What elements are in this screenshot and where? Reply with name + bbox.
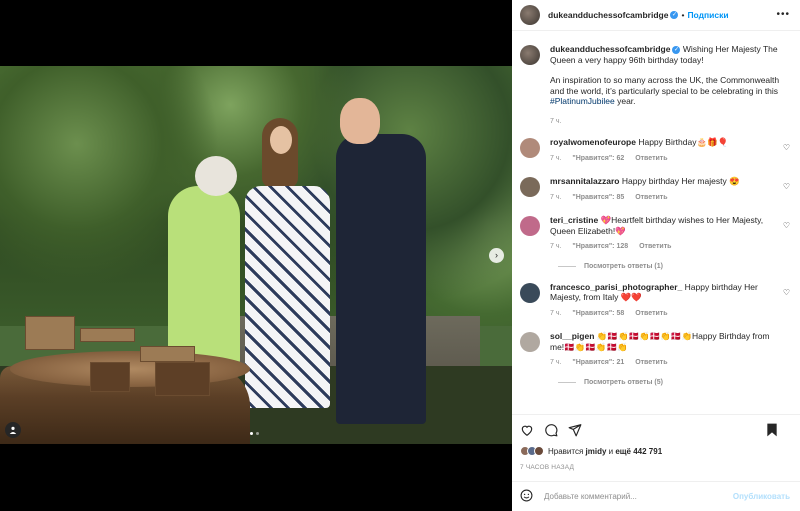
- comment-text: Happy Birthday🎂🎁🎈: [638, 137, 729, 147]
- heart-icon[interactable]: ♡: [783, 182, 790, 191]
- comment-likes[interactable]: "Нравится": 85: [572, 194, 624, 201]
- comment-text: Happy birthday Her majesty 😍: [621, 176, 740, 186]
- comments-list[interactable]: dukeandduchessofcambridge ✓ Wishing Her M…: [512, 36, 800, 414]
- user-tag-icon[interactable]: [5, 422, 21, 438]
- likes-prefix: Нравится: [548, 446, 586, 456]
- person-queen-body: [168, 186, 240, 366]
- commenter-avatar[interactable]: [520, 216, 540, 236]
- commenter-username[interactable]: francesco_parisi_photographer_: [550, 282, 682, 292]
- comment-likes[interactable]: "Нравится": 21: [572, 359, 624, 366]
- action-bar: [512, 414, 800, 445]
- comment-time[interactable]: 7 ч.: [550, 243, 561, 250]
- comment-time[interactable]: 7 ч.: [550, 155, 561, 162]
- reply-button[interactable]: Ответить: [635, 194, 667, 201]
- comment-time[interactable]: 7 ч.: [550, 310, 561, 317]
- commenter-avatar[interactable]: [520, 282, 540, 303]
- view-replies-button[interactable]: Посмотреть ответы (5): [558, 379, 792, 386]
- person-william-suit: [336, 134, 426, 424]
- add-comment-bar: Опубликовать: [512, 481, 800, 511]
- chevron-right-icon[interactable]: ›: [489, 248, 504, 263]
- separator-dot: •: [681, 10, 685, 20]
- commenter-username[interactable]: royalwomenofeurope: [550, 137, 636, 147]
- wooden-model: [80, 328, 135, 342]
- comment-item: sol__pigen 👏🇩🇰👏🇩🇰👏🇩🇰👏🇩🇰👏Happy Birthday f…: [520, 331, 792, 369]
- post-comment-button[interactable]: Опубликовать: [733, 492, 790, 501]
- caption-text: year.: [614, 96, 636, 106]
- reply-button[interactable]: Ответить: [639, 243, 671, 250]
- hashtag-link[interactable]: #PlatinumJubilee: [550, 96, 615, 106]
- comment-input[interactable]: [544, 492, 722, 501]
- heart-icon[interactable]: ♡: [783, 288, 790, 297]
- heart-icon[interactable]: [520, 423, 534, 437]
- comment-item: royalwomenofeurope Happy Birthday🎂🎁🎈 7 ч…: [520, 137, 792, 164]
- view-replies-button[interactable]: Посмотреть ответы (1): [558, 263, 792, 270]
- reply-button[interactable]: Ответить: [635, 155, 667, 162]
- likes-count[interactable]: ещё 442 791: [615, 447, 662, 456]
- caption-username[interactable]: dukeandduchessofcambridge: [550, 44, 670, 54]
- author-username[interactable]: dukeandduchessofcambridge: [548, 10, 668, 20]
- bookmark-icon[interactable]: [766, 423, 780, 437]
- commenter-username[interactable]: sol__pigen: [550, 331, 594, 341]
- post-header: dukeandduchessofcambridge ✓ • Подписки •…: [512, 0, 800, 31]
- person-william-head: [340, 98, 380, 144]
- comment-time[interactable]: 7 ч.: [550, 194, 561, 201]
- share-icon[interactable]: [568, 423, 582, 437]
- reply-button[interactable]: Ответить: [635, 310, 667, 317]
- stump-table-top: [10, 351, 250, 387]
- post-photo[interactable]: [0, 66, 512, 444]
- comment-item: mrsannitalazzaro Happy birthday Her maje…: [520, 176, 792, 203]
- likes-summary[interactable]: Нравится jmidy и ещё 442 791: [520, 446, 662, 456]
- comment-time[interactable]: 7 ч.: [550, 359, 561, 366]
- carousel-dot-active: [250, 432, 253, 435]
- wooden-model: [25, 316, 75, 350]
- carousel-dot: [256, 432, 259, 435]
- verified-badge-icon: ✓: [672, 45, 681, 54]
- heart-icon[interactable]: ♡: [783, 143, 790, 152]
- comment-likes[interactable]: "Нравится": 58: [572, 310, 624, 317]
- post-timestamp[interactable]: 7 ЧАСОВ НАЗАД: [520, 464, 574, 471]
- more-horizontal-icon[interactable]: •••: [776, 9, 790, 20]
- liker-username[interactable]: jmidy: [586, 447, 607, 456]
- comment-likes[interactable]: "Нравится": 128: [572, 243, 628, 250]
- commenter-username[interactable]: teri_cristine: [550, 215, 598, 225]
- verified-badge-icon: ✓: [670, 11, 679, 19]
- commenter-avatar[interactable]: [520, 138, 540, 158]
- commenter-avatar[interactable]: [520, 332, 540, 352]
- comment-icon[interactable]: [544, 423, 558, 437]
- wooden-model: [155, 362, 210, 396]
- commenter-username[interactable]: mrsannitalazzaro: [550, 176, 619, 186]
- post-caption: dukeandduchessofcambridge ✓ Wishing Her M…: [520, 44, 792, 127]
- person-queen-head: [195, 156, 237, 196]
- reply-button[interactable]: Ответить: [635, 359, 667, 366]
- person-kate-dress: [245, 186, 330, 408]
- comment-item: teri_cristine 💖Heartfelt birthday wishes…: [520, 215, 792, 253]
- wooden-model: [90, 362, 130, 392]
- comment-item: francesco_parisi_photographer_ Happy bir…: [520, 282, 792, 320]
- following-button[interactable]: Подписки: [687, 10, 728, 20]
- liker-avatar: [534, 446, 544, 456]
- emoji-icon[interactable]: [520, 489, 536, 505]
- carousel-dots: [250, 432, 259, 435]
- commenter-avatar[interactable]: [520, 177, 540, 197]
- post-media: ›: [0, 0, 512, 511]
- caption-time[interactable]: 7 ч.: [550, 118, 561, 125]
- heart-icon[interactable]: ♡: [783, 221, 790, 230]
- person-kate-face: [270, 126, 292, 154]
- author-avatar[interactable]: [520, 5, 540, 25]
- caption-text: An inspiration to so many across the UK,…: [550, 75, 780, 96]
- author-avatar[interactable]: [520, 45, 540, 65]
- post-side-panel: dukeandduchessofcambridge ✓ • Подписки •…: [512, 0, 800, 511]
- comment-likes[interactable]: "Нравится": 62: [572, 155, 624, 162]
- wooden-model: [140, 346, 195, 362]
